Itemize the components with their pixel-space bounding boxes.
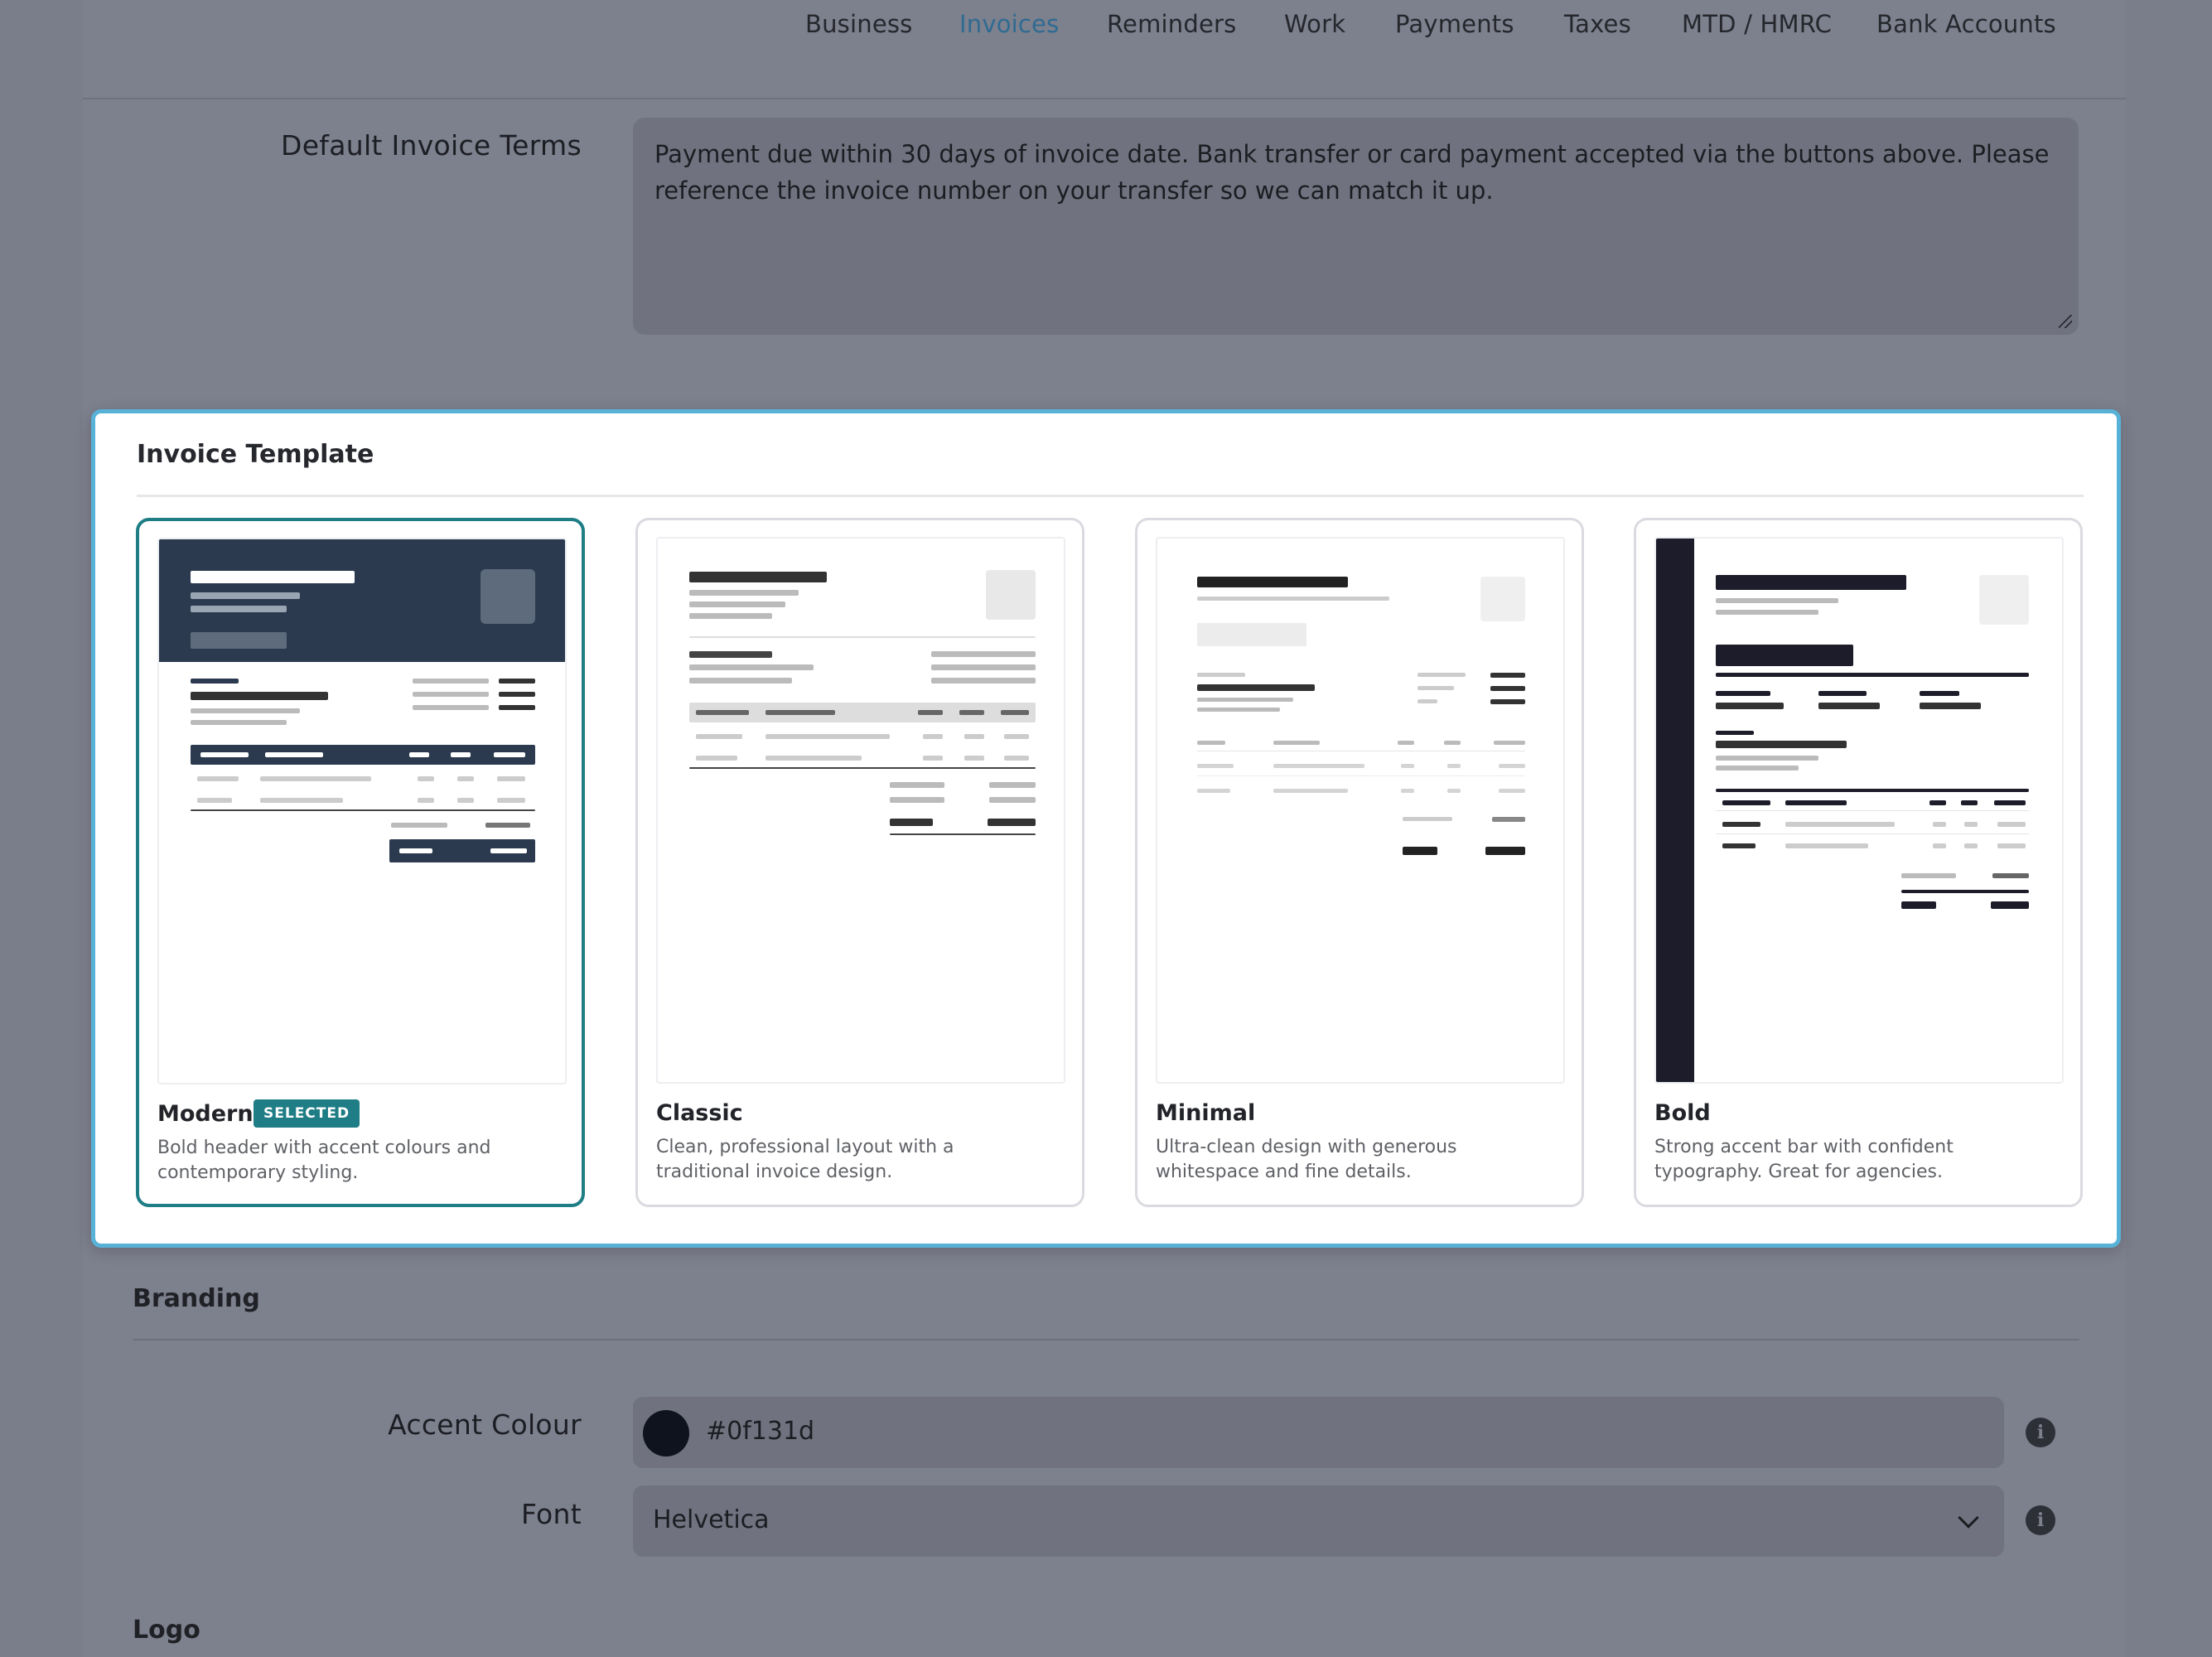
tab-business[interactable]: Business [805, 10, 912, 38]
invoice-template-panel: Invoice Template Modern SELECTED Bold he… [91, 409, 2121, 1248]
accent-colour-field[interactable]: #0f131d [633, 1397, 2004, 1468]
template-option-modern[interactable]: Modern SELECTED Bold header with accent … [136, 518, 585, 1207]
template-preview-classic [656, 537, 1065, 1084]
template-preview-modern [157, 538, 567, 1085]
info-icon[interactable]: i [2026, 1418, 2055, 1447]
accent-colour-label: Accent Colour [388, 1408, 582, 1441]
template-name: Classic [656, 1100, 743, 1126]
settings-tabs: Business Invoices Reminders Work Payment… [83, 0, 2126, 99]
tab-reminders[interactable]: Reminders [1107, 10, 1236, 38]
template-option-bold[interactable]: Bold Strong accent bar with confident ty… [1634, 518, 2083, 1207]
font-select[interactable]: Helvetica [633, 1486, 2004, 1557]
template-description: Clean, professional layout with a tradit… [656, 1137, 954, 1182]
selected-badge: SELECTED [254, 1099, 360, 1128]
colour-swatch[interactable] [643, 1410, 689, 1457]
divider [137, 495, 2084, 497]
template-description: Ultra-clean design with generous whitesp… [1156, 1137, 1457, 1182]
chevron-down-icon [1958, 1507, 1979, 1529]
template-description: Strong accent bar with confident typogra… [1654, 1137, 1954, 1182]
tab-payments[interactable]: Payments [1395, 10, 1514, 38]
tab-bank-accounts[interactable]: Bank Accounts [1876, 10, 2056, 38]
tab-work[interactable]: Work [1284, 10, 1345, 38]
accent-colour-value: #0f131d [706, 1417, 815, 1446]
tab-invoices[interactable]: Invoices [959, 10, 1059, 38]
template-name: Minimal [1156, 1100, 1256, 1126]
tab-mtd-hmrc[interactable]: MTD / HMRC [1682, 10, 1832, 38]
font-select-value: Helvetica [653, 1505, 770, 1534]
template-preview-minimal [1156, 537, 1565, 1084]
tab-taxes[interactable]: Taxes [1564, 10, 1631, 38]
template-option-classic[interactable]: Classic Clean, professional layout with … [635, 518, 1084, 1207]
template-name: Bold [1654, 1100, 1711, 1126]
font-label: Font [520, 1498, 582, 1530]
section-title-branding: Branding [133, 1284, 260, 1313]
terms-label: Default Invoice Terms [280, 129, 582, 162]
template-description: Bold header with accent colours and cont… [157, 1138, 491, 1183]
template-preview-bold [1654, 537, 2064, 1084]
info-icon[interactable]: i [2026, 1505, 2055, 1535]
template-option-minimal[interactable]: Minimal Ultra-clean design with generous… [1135, 518, 1584, 1207]
section-title-invoice-template: Invoice Template [137, 440, 374, 469]
section-title-logo: Logo [133, 1616, 200, 1645]
divider [133, 1339, 2079, 1341]
resize-grip-icon[interactable] [2059, 315, 2072, 328]
invoice-terms-textarea[interactable]: Payment due within 30 days of invoice da… [633, 118, 2079, 335]
terms-text: Payment due within 30 days of invoice da… [654, 140, 2050, 205]
template-name: Modern [157, 1101, 254, 1127]
